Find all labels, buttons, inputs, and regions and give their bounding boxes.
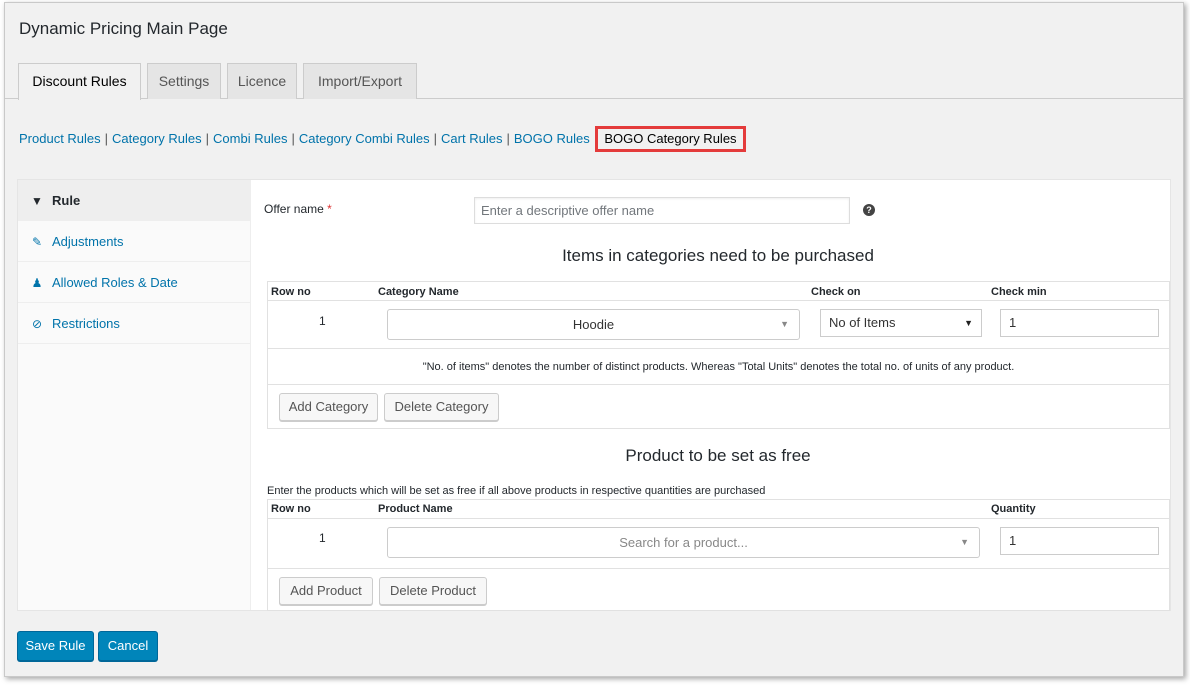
rule-sidebar: ▼ Rule ✎ Adjustments ♟ Allowed Roles & Date… [18, 180, 251, 610]
tab-licence[interactable]: Licence [227, 63, 297, 99]
divider [268, 384, 1169, 385]
sidebar-item-allowed-roles-date[interactable]: ♟ Allowed Roles & Date [18, 262, 250, 303]
pencil-icon: ✎ [31, 235, 43, 249]
rule-editor-panel: ▼ Rule ✎ Adjustments ♟ Allowed Roles & Date… [17, 179, 1171, 611]
filter-icon: ▼ [31, 194, 43, 208]
offer-name-label: Offer name * [264, 202, 332, 216]
subnav-cart-rules[interactable]: Cart Rules [441, 131, 502, 146]
rule-type-nav: Product Rules | Category Rules | Combi Rules… [19, 126, 746, 152]
subnav-separator: | [205, 131, 210, 146]
add-category-button[interactable]: Add Category [279, 393, 378, 421]
delete-product-button[interactable]: Delete Product [379, 577, 487, 605]
divider [268, 568, 1169, 569]
offer-name-input[interactable] [474, 197, 850, 224]
sidebar-item-label: Allowed Roles & Date [52, 275, 178, 290]
sidebar-item-rule[interactable]: ▼ Rule [18, 180, 250, 221]
sidebar-item-adjustments[interactable]: ✎ Adjustments [18, 221, 250, 262]
divider [268, 518, 1169, 519]
header-check-min: Check min [991, 286, 1047, 298]
main-tabs: Discount Rules Settings Licence Import/E… [5, 63, 1183, 100]
sidebar-item-restrictions[interactable]: ⊘ Restrictions [18, 303, 250, 344]
page-title: Dynamic Pricing Main Page [19, 19, 228, 38]
tab-settings[interactable]: Settings [147, 63, 221, 99]
header-quantity: Quantity [991, 503, 1036, 515]
chevron-down-icon: ▼ [964, 318, 973, 328]
sidebar-item-label: Restrictions [52, 316, 120, 331]
offer-name-label-text: Offer name [264, 202, 324, 216]
product-search-placeholder: Search for a product... [619, 535, 748, 550]
subnav-category-combi-rules[interactable]: Category Combi Rules [299, 131, 430, 146]
free-product-section-title: Product to be set as free [625, 446, 811, 465]
header-row-no: Row no [271, 286, 311, 298]
subnav-product-rules[interactable]: Product Rules [19, 131, 101, 146]
sidebar-item-label: Adjustments [52, 234, 124, 249]
tab-discount-rules[interactable]: Discount Rules [18, 63, 141, 100]
sidebar-item-label: Rule [52, 193, 81, 208]
subnav-separator: | [433, 131, 438, 146]
subnav-separator: | [291, 131, 295, 146]
chevron-down-icon: ▼ [780, 319, 789, 329]
ban-icon: ⊘ [31, 317, 43, 331]
check-min-input[interactable]: 1 [1000, 309, 1159, 337]
subnav-bogo-category-rules[interactable]: BOGO Category Rules [595, 126, 746, 152]
free-products-table: Row no Product Name Quantity 1 Search fo… [267, 499, 1170, 611]
category-select[interactable]: Hoodie ▼ [387, 309, 800, 340]
users-icon: ♟ [31, 276, 43, 290]
categories-table: Row no Category Name Check on Check min … [267, 281, 1170, 429]
cancel-button[interactable]: Cancel [98, 631, 158, 661]
categories-section-title: Items in categories need to be purchased [562, 246, 874, 265]
row-number: 1 [319, 314, 326, 328]
subnav-separator: | [506, 131, 510, 146]
header-product-name: Product Name [378, 503, 453, 515]
header-check-on: Check on [811, 286, 861, 298]
subnav-category-rules[interactable]: Category Rules [112, 131, 202, 146]
header-row-no: Row no [271, 503, 311, 515]
subnav-bogo-rules[interactable]: BOGO Rules [514, 131, 590, 146]
check-on-note: "No. of items" denotes the number of dis… [422, 361, 1015, 373]
divider [268, 348, 1169, 349]
add-product-button[interactable]: Add Product [279, 577, 373, 605]
category-select-value: Hoodie [572, 317, 615, 332]
row-number: 1 [319, 531, 326, 545]
plugin-screen: Dynamic Pricing Main Page Discount Rules… [4, 2, 1184, 677]
required-mark: * [327, 202, 332, 216]
quantity-input[interactable]: 1 [1000, 527, 1159, 555]
check-on-select[interactable]: No of Items ▼ [820, 309, 982, 337]
product-search-select[interactable]: Search for a product... ▼ [387, 527, 980, 558]
subnav-combi-rules[interactable]: Combi Rules [213, 131, 287, 146]
chevron-down-icon: ▼ [960, 537, 969, 547]
help-icon[interactable]: ? [863, 204, 875, 216]
delete-category-button[interactable]: Delete Category [384, 393, 499, 421]
free-product-description: Enter the products which will be set as … [267, 485, 766, 497]
check-on-value: No of Items [829, 315, 896, 330]
save-rule-button[interactable]: Save Rule [17, 631, 94, 661]
header-category-name: Category Name [378, 286, 459, 298]
subnav-separator: | [104, 131, 109, 146]
divider [268, 300, 1169, 301]
tab-import-export[interactable]: Import/Export [303, 63, 417, 99]
